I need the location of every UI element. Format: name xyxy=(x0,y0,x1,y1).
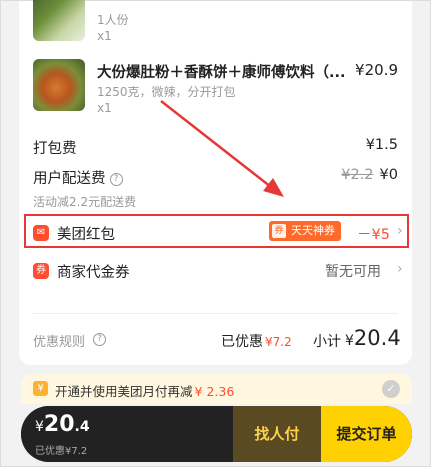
item-2-title: 大份爆肚粉＋香酥饼＋康师傅饮料（... xyxy=(97,65,346,81)
total-decimal: .4 xyxy=(74,419,90,435)
item-1-count: x1 xyxy=(97,29,112,43)
item-2-price: ¥20.9 xyxy=(355,61,398,79)
item-1-image xyxy=(33,0,85,41)
monthly-pay-icon: ¥ xyxy=(33,381,48,396)
help-icon[interactable]: ? xyxy=(109,172,123,186)
rules-help-icon[interactable]: ? xyxy=(93,333,106,346)
annotation-highlight-box xyxy=(24,214,409,248)
discount-value: ¥7.2 xyxy=(265,335,292,349)
bottom-discounted: 已优惠¥7.2 xyxy=(35,446,88,457)
find-payer-button[interactable]: 找人付 xyxy=(233,406,321,462)
promo-text-wrap: 开通并使用美团月付再减 ¥ 2.36 xyxy=(55,381,234,400)
packing-fee-label: 打包费 xyxy=(33,141,77,157)
delivery-fee-value: ¥0 xyxy=(379,167,398,183)
merchant-coupon-value[interactable]: 暂无可用 xyxy=(325,261,381,281)
monthly-pay-promo-bar[interactable]: ¥ 开通并使用美团月付再减 ¥ 2.36 ✓ xyxy=(21,374,412,404)
discount-label: 已优惠 xyxy=(221,334,263,350)
total-currency: ¥ xyxy=(35,419,44,435)
delivery-fee-row: 用户配送费? ¥2.2 ¥0 xyxy=(33,167,398,191)
divider xyxy=(33,313,398,314)
subtotal-currency: ¥ xyxy=(345,333,354,349)
rules-label[interactable]: 优惠规则 xyxy=(33,331,85,350)
packing-fee-row: 打包费 ¥1.5 xyxy=(33,137,398,161)
coupon-icon: 券 xyxy=(33,263,49,279)
total-price: ¥20.4 xyxy=(35,412,90,437)
promo-text: 开通并使用美团月付再减 xyxy=(55,384,193,399)
delivery-fee-label-wrap: 用户配送费? xyxy=(33,167,123,188)
delivery-fee-label: 用户配送费 xyxy=(33,171,106,187)
item-1-qty-label: 1人份 xyxy=(97,13,129,27)
checkout-bar: ¥20.4 已优惠¥7.2 找人付 提交订单 xyxy=(21,406,412,462)
promo-amount: ¥ 2.36 xyxy=(194,384,235,399)
total-main: 20 xyxy=(43,412,75,437)
submit-order-button[interactable]: 提交订单 xyxy=(321,406,412,462)
delivery-fee-original: ¥2.2 xyxy=(341,167,374,183)
total-area: ¥20.4 已优惠¥7.2 xyxy=(21,406,233,462)
merchant-coupon-chevron-icon[interactable]: › xyxy=(397,261,403,277)
order-card: 1人份 x1 大份爆肚粉＋香酥饼＋康师傅饮料（... ¥20.9 1250克，微… xyxy=(19,0,412,365)
merchant-coupon-label: 商家代金券 xyxy=(57,265,130,281)
summary-discount: 已优惠 ¥7.2 xyxy=(221,331,292,351)
item-2-count: x1 xyxy=(97,101,112,115)
subtotal-value: 20.4 xyxy=(353,326,401,350)
delivery-fee-note: 活动减2.2元配送费 xyxy=(33,195,137,209)
subtotal: ¥20.4 xyxy=(345,326,401,350)
screen: 1人份 x1 大份爆肚粉＋香酥饼＋康师傅饮料（... ¥20.9 1250克，微… xyxy=(0,0,431,467)
check-icon[interactable]: ✓ xyxy=(382,380,400,398)
item-2-spec: 1250克，微辣，分开打包 xyxy=(97,85,236,99)
subtotal-label: 小计 xyxy=(313,334,341,350)
item-2-image xyxy=(33,59,85,111)
delivery-fee-value-wrap: ¥2.2 ¥0 xyxy=(341,167,398,183)
packing-fee-value: ¥1.5 xyxy=(365,137,398,153)
